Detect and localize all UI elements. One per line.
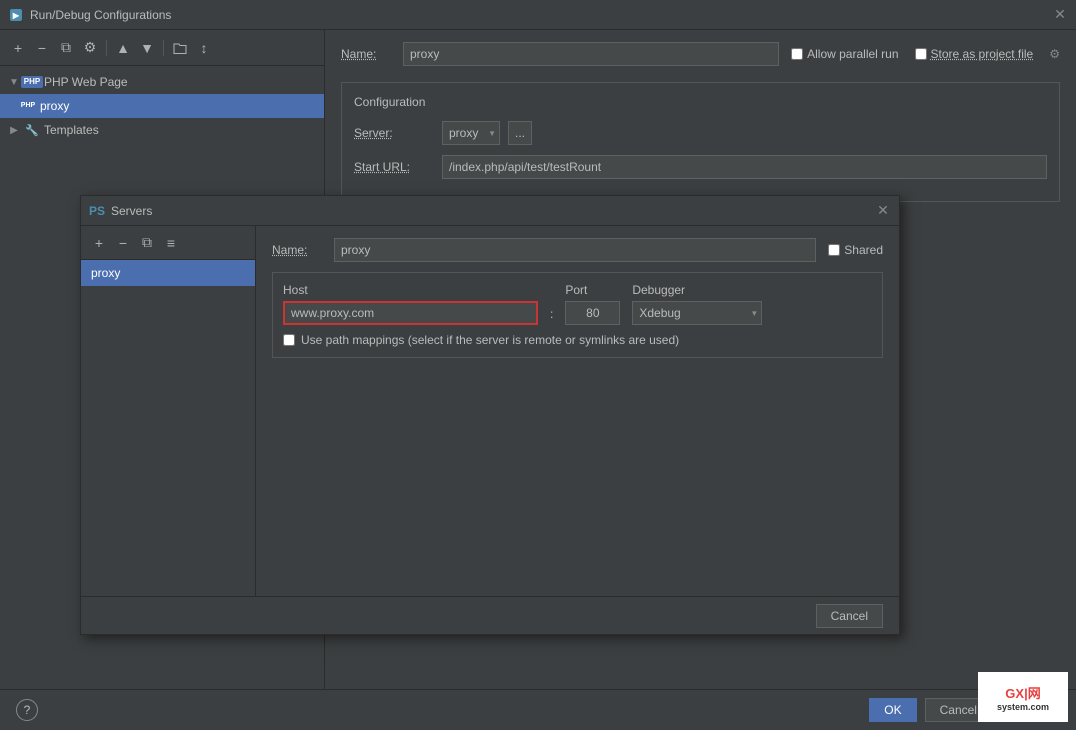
servers-name-row: Name: Shared bbox=[272, 238, 883, 262]
help-button[interactable]: ? bbox=[16, 699, 38, 721]
port-input[interactable] bbox=[565, 301, 620, 325]
allow-parallel-label: Allow parallel run bbox=[807, 47, 898, 61]
port-label: Port bbox=[565, 283, 620, 297]
php-web-page-label: PHP Web Page bbox=[44, 75, 128, 89]
servers-list: proxy bbox=[81, 260, 255, 596]
server-label: Server: bbox=[354, 126, 434, 140]
port-field-group: Port bbox=[565, 283, 620, 325]
remove-config-button[interactable]: − bbox=[32, 38, 52, 58]
php-web-page-icon: PHP bbox=[24, 74, 40, 90]
toolbar-sep1 bbox=[106, 40, 107, 56]
add-config-button[interactable]: + bbox=[8, 38, 28, 58]
host-label: Host bbox=[283, 283, 538, 297]
templates-expand-icon: ▶ bbox=[8, 124, 20, 136]
server-row: Server: proxy ▼ ... bbox=[354, 121, 1047, 145]
left-toolbar: + − ⧉ ⚙ ▲ ▼ ↕ bbox=[0, 30, 324, 66]
move-down-button[interactable]: ▼ bbox=[137, 38, 157, 58]
copy-config-button[interactable]: ⧉ bbox=[56, 38, 76, 58]
host-input[interactable] bbox=[283, 301, 538, 325]
allow-parallel-checkbox-item[interactable]: Allow parallel run bbox=[791, 47, 898, 61]
move-up-button[interactable]: ▲ bbox=[113, 38, 133, 58]
store-gear-icon[interactable]: ⚙ bbox=[1049, 47, 1060, 61]
dialog-title: Run/Debug Configurations bbox=[30, 8, 1052, 22]
config-section-title: Configuration bbox=[354, 95, 1047, 109]
servers-remove-button[interactable]: − bbox=[113, 233, 133, 253]
proxy-icon: PHP bbox=[20, 98, 36, 114]
servers-close-button[interactable]: ✕ bbox=[875, 203, 891, 219]
start-url-row: Start URL: bbox=[354, 155, 1047, 179]
bottom-bar: ? OK Cancel Apply bbox=[0, 689, 1076, 730]
start-url-input[interactable] bbox=[442, 155, 1047, 179]
templates-label: Templates bbox=[44, 123, 99, 137]
allow-parallel-checkbox[interactable] bbox=[791, 48, 803, 60]
server-ellipsis-button[interactable]: ... bbox=[508, 121, 532, 145]
path-mapping-label: Use path mappings (select if the server … bbox=[301, 333, 679, 347]
close-button[interactable]: ✕ bbox=[1052, 7, 1068, 23]
proxy-label: proxy bbox=[40, 99, 69, 113]
start-url-label: Start URL: bbox=[354, 160, 434, 174]
servers-copy-button[interactable]: ⧉ bbox=[137, 233, 157, 253]
store-as-project-checkbox-item[interactable]: Store as project file bbox=[915, 47, 1034, 61]
servers-menu-button[interactable]: ≡ bbox=[161, 233, 181, 253]
title-bar: ▶ Run/Debug Configurations ✕ bbox=[0, 0, 1076, 30]
shared-label: Shared bbox=[844, 243, 883, 257]
shared-checkbox[interactable] bbox=[828, 244, 840, 256]
tree-item-templates[interactable]: ▶ 🔧 Templates bbox=[0, 118, 324, 142]
sort-button[interactable]: ↕ bbox=[194, 38, 214, 58]
debugger-select[interactable]: Xdebug Zend Debugger bbox=[632, 301, 762, 325]
servers-left-panel: + − ⧉ ≡ proxy bbox=[81, 226, 256, 596]
servers-name-input[interactable] bbox=[334, 238, 816, 262]
expand-icon: ▼ bbox=[8, 76, 20, 88]
folder-button[interactable] bbox=[170, 38, 190, 58]
servers-dialog: PS Servers ✕ + − ⧉ ≡ proxy Name: bbox=[80, 195, 900, 635]
tree-item-php-web-page[interactable]: ▼ PHP PHP Web Page bbox=[0, 70, 324, 94]
servers-title: Servers bbox=[111, 204, 875, 218]
ok-button[interactable]: OK bbox=[869, 698, 916, 722]
colon-separator: : bbox=[550, 307, 553, 325]
debugger-field-group: Debugger Xdebug Zend Debugger ▼ bbox=[632, 283, 762, 325]
name-input[interactable] bbox=[403, 42, 779, 66]
servers-toolbar: + − ⧉ ≡ bbox=[81, 226, 255, 260]
servers-list-item-proxy[interactable]: proxy bbox=[81, 260, 255, 286]
debugger-label: Debugger bbox=[632, 283, 762, 297]
svg-text:▶: ▶ bbox=[12, 11, 20, 20]
shared-checkbox-group: Shared bbox=[828, 243, 883, 257]
path-mapping-checkbox[interactable] bbox=[283, 334, 295, 346]
config-section: Configuration Server: proxy ▼ ... Start … bbox=[341, 82, 1060, 202]
servers-icon: PS bbox=[89, 203, 105, 219]
servers-cancel-button[interactable]: Cancel bbox=[816, 604, 883, 628]
toolbar-sep2 bbox=[163, 40, 164, 56]
app-icon: ▶ bbox=[8, 7, 24, 23]
name-row: Name: Allow parallel run Store as projec… bbox=[341, 42, 1060, 66]
servers-right-panel: Name: Shared Host : Port bbox=[256, 226, 899, 596]
server-select[interactable]: proxy bbox=[442, 121, 500, 145]
host-field-group: Host bbox=[283, 283, 538, 325]
servers-title-bar: PS Servers ✕ bbox=[81, 196, 899, 226]
name-label: Name: bbox=[341, 47, 391, 61]
fields-header-row: Host : Port Debugger Xdebug Zend Deb bbox=[283, 283, 872, 325]
servers-fields: Host : Port Debugger Xdebug Zend Deb bbox=[272, 272, 883, 358]
servers-bottom-bar: Cancel bbox=[81, 596, 899, 634]
templates-icon: 🔧 bbox=[24, 122, 40, 138]
settings-config-button[interactable]: ⚙ bbox=[80, 38, 100, 58]
tree-item-proxy[interactable]: PHP proxy bbox=[0, 94, 324, 118]
store-as-project-checkbox[interactable] bbox=[915, 48, 927, 60]
debugger-select-wrapper: Xdebug Zend Debugger ▼ bbox=[632, 301, 762, 325]
servers-name-label: Name: bbox=[272, 243, 322, 257]
servers-add-button[interactable]: + bbox=[89, 233, 109, 253]
servers-body: + − ⧉ ≡ proxy Name: Shared bbox=[81, 226, 899, 596]
checkbox-group: Allow parallel run Store as project file… bbox=[791, 47, 1060, 61]
server-select-wrapper: proxy ▼ bbox=[442, 121, 500, 145]
path-mapping-row: Use path mappings (select if the server … bbox=[283, 333, 872, 347]
store-as-project-label: Store as project file bbox=[931, 47, 1034, 61]
watermark: GX|网 system.com bbox=[978, 672, 1068, 722]
